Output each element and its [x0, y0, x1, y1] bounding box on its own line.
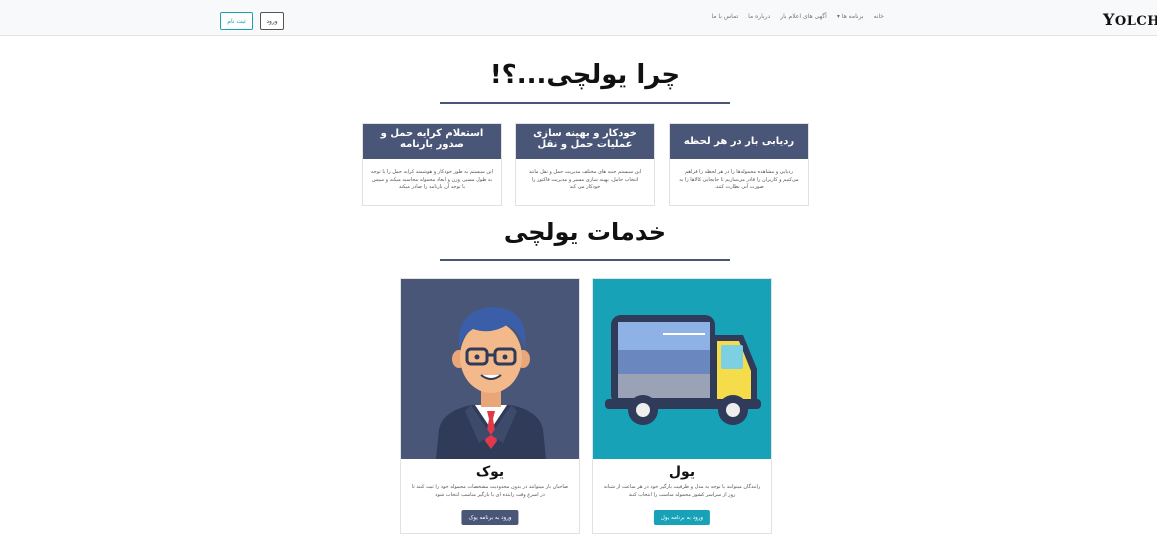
- service-card-yuk: یوک صاحبان بار میتوانند در بدون محدودیت …: [400, 278, 580, 534]
- service-title: یول: [668, 464, 696, 480]
- brand-logo[interactable]: YOLCHI: [1103, 10, 1157, 29]
- enter-yol-button[interactable]: ورود به برنامه یول: [653, 510, 711, 525]
- feature-body: این سیستم به طور خودکار و هوشمند کرایه ح…: [370, 169, 493, 190]
- brand-rest: OLCHI: [1114, 14, 1157, 29]
- feature-body: این سیستم جنبه های مختلف مدیریت حمل و نق…: [528, 169, 642, 190]
- feature-title: خودکار و بهینه سازی عملیات حمل و نقل: [516, 124, 654, 159]
- service-title: یوک: [475, 464, 505, 480]
- login-button[interactable]: ورود: [260, 12, 284, 30]
- feature-body: ردیابی و مشاهده محموله‌ها را در هر لحظه …: [679, 169, 799, 190]
- feature-card-freight-quote: استعلام کرایه حمل و صدور بارنامه این سیس…: [362, 123, 502, 206]
- businessman-avatar-icon: [401, 279, 579, 459]
- nav-about[interactable]: درباره ما: [748, 13, 770, 20]
- nav-links: خانه برنامه ها ▾ آگهی های اعلام بار دربا…: [711, 13, 884, 20]
- nav-contact[interactable]: تماس با ما: [711, 13, 738, 20]
- feature-card-tracking: ردیابی بار در هر لحظه ردیابی و مشاهده مح…: [669, 123, 809, 206]
- services-heading: خدمات یولچی: [503, 218, 667, 246]
- service-description: صاحبان بار میتوانند در بدون محدودیت مشخص…: [411, 484, 569, 498]
- why-divider: [440, 102, 730, 104]
- feature-title: استعلام کرایه حمل و صدور بارنامه: [363, 124, 501, 159]
- nav-programs-dropdown[interactable]: برنامه ها ▾: [837, 13, 864, 20]
- why-heading: چرا یولچی...؟!: [489, 60, 681, 90]
- enter-yuk-button[interactable]: ورود به برنامه یوک: [461, 510, 519, 525]
- signup-button[interactable]: ثبت نام: [220, 12, 253, 30]
- feature-title: ردیابی بار در هر لحظه: [670, 124, 808, 159]
- nav-home[interactable]: خانه: [874, 13, 884, 20]
- feature-card-automation: خودکار و بهینه سازی عملیات حمل و نقل این…: [515, 123, 655, 206]
- nav-load-ads[interactable]: آگهی های اعلام بار: [780, 13, 827, 20]
- navbar: YOLCHI خانه برنامه ها ▾ آگهی های اعلام ب…: [0, 0, 1157, 36]
- service-card-yol: یول رانندگان میتوانند با توجه به مدل و ظ…: [592, 278, 772, 534]
- services-divider: [440, 259, 730, 261]
- brand-first-letter: Y: [1103, 10, 1115, 29]
- service-description: رانندگان میتوانند با توجه به مدل و ظرفیت…: [603, 484, 761, 498]
- truck-icon: [593, 279, 771, 459]
